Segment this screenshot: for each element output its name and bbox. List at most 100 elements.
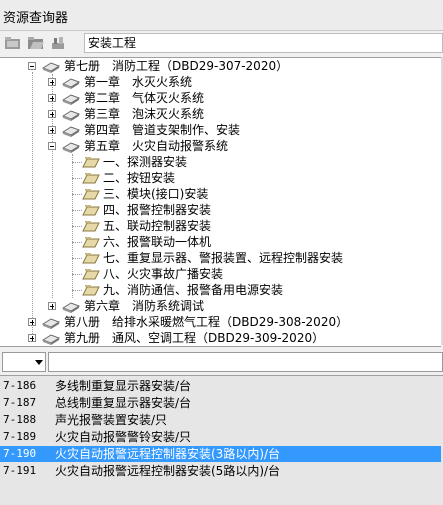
book-icon	[62, 142, 80, 153]
tree-label: 九、消防通信、报警备用电源安装	[103, 283, 284, 297]
tree-node-section[interactable]: 六、报警联动一体机	[0, 234, 441, 250]
collapse-toggle-icon[interactable]	[28, 62, 36, 70]
tree-label: 一、探测器安装	[103, 155, 188, 169]
item-code: 7-186	[3, 379, 37, 392]
tree-label: 七、重复显示器、警报装置、远程控制器安装	[103, 251, 344, 265]
item-code: 7-189	[3, 430, 37, 443]
item-name: 火灾自动报警警铃安装/只	[55, 430, 192, 444]
tree-guide-line	[72, 194, 82, 195]
expand-toggle-icon[interactable]	[28, 318, 36, 326]
tree-node-section[interactable]: 九、消防通信、报警备用电源安装	[0, 282, 441, 298]
folder-icon	[82, 285, 100, 296]
filter-input[interactable]	[48, 352, 443, 372]
folder-open-icon[interactable]	[27, 35, 45, 51]
tree-node-volume9[interactable]: 第九册 通风、空调工程（DBD29-309-2020）	[0, 330, 441, 346]
tree-label: 二、按钮安装	[103, 171, 176, 185]
tree-node-section[interactable]: 四、报警控制器安装	[0, 202, 441, 218]
book-icon	[62, 94, 80, 105]
tree-guide-line	[72, 226, 82, 227]
expand-toggle-icon[interactable]	[48, 302, 56, 310]
folder-icon	[82, 205, 100, 216]
tree-node-section[interactable]: 二、按钮安装	[0, 170, 441, 186]
expand-toggle-icon[interactable]	[48, 94, 56, 102]
tree-node-section[interactable]: 三、模块(接口)安装	[0, 186, 441, 202]
filter-bar	[0, 350, 443, 374]
tree-node-section[interactable]: 七、重复显示器、警报装置、远程控制器安装	[0, 250, 441, 266]
tree-label: 第五章 火灾自动报警系统	[84, 139, 229, 153]
expand-toggle-icon[interactable]	[48, 78, 56, 86]
item-name: 火灾自动报警远程控制器安装(5路以内)/台	[55, 464, 281, 478]
item-name: 总线制重复显示器安装/台	[55, 396, 192, 410]
tree-node-chapter[interactable]: 第六章 消防系统调试	[0, 298, 441, 314]
tree-label: 第四章 管道支架制作、安装	[84, 123, 241, 137]
tree-node-chapter[interactable]: 第四章 管道支架制作、安装	[0, 122, 441, 138]
book-icon	[42, 334, 60, 345]
folder-icon	[82, 237, 100, 248]
tools-icon[interactable]	[50, 35, 68, 51]
collapse-toggle-icon[interactable]	[48, 142, 56, 150]
tree-guide-line	[72, 258, 82, 259]
tree-label: 第七册 消防工程（DBD29-307-2020）	[64, 59, 289, 73]
tree-guide-line	[72, 242, 82, 243]
tree-node-volume7[interactable]: 第七册 消防工程（DBD29-307-2020）	[0, 58, 441, 74]
tree-node-chapter[interactable]: 第二章 气体灭火系统	[0, 90, 441, 106]
resource-search-input[interactable]: 安装工程	[84, 33, 443, 53]
folder-icon	[82, 157, 100, 168]
expand-toggle-icon[interactable]	[28, 334, 36, 342]
folder-icon	[82, 221, 100, 232]
resource-tree[interactable]: 第七册 消防工程（DBD29-307-2020） 第一章 水灭火系统 第二章 气…	[0, 57, 441, 347]
tree-node-section[interactable]: 五、联动控制器安装	[0, 218, 441, 234]
folder-icon	[82, 269, 100, 280]
item-code: 7-188	[3, 413, 37, 426]
expand-toggle-icon[interactable]	[48, 110, 56, 118]
book-icon	[42, 318, 60, 329]
tree-node-section[interactable]: 八、火灾事故广播安装	[0, 266, 441, 282]
book-icon	[62, 110, 80, 121]
book-icon	[62, 302, 80, 313]
book-icon	[42, 62, 60, 73]
tree-label: 第一章 水灭火系统	[84, 75, 193, 89]
filter-type-dropdown[interactable]	[2, 352, 46, 372]
item-name: 火灾自动报警远程控制器安装(3路以内)/台	[55, 447, 281, 461]
book-icon	[62, 126, 80, 137]
tree-label: 第三章 泡沫灭火系统	[84, 107, 205, 121]
item-name: 多线制重复显示器安装/台	[55, 379, 192, 393]
tree-label: 三、模块(接口)安装	[103, 187, 209, 201]
item-code: 7-187	[3, 396, 37, 409]
item-list[interactable]: 7-186 多线制重复显示器安装/台 7-187 总线制重复显示器安装/台 7-…	[0, 375, 443, 505]
tree-guide-line	[72, 274, 82, 275]
folder-gray-icon[interactable]	[4, 35, 22, 51]
tree-label: 六、报警联动一体机	[103, 235, 212, 249]
list-item[interactable]: 7-187 总线制重复显示器安装/台	[0, 395, 441, 411]
list-item[interactable]: 7-188 声光报警装置安装/只	[0, 412, 441, 428]
tree-label: 第二章 气体灭火系统	[84, 91, 205, 105]
tree-guide-line	[72, 210, 82, 211]
tree-guide-line	[72, 178, 82, 179]
tree-node-section[interactable]: 一、探测器安装	[0, 154, 441, 170]
list-item[interactable]: 7-186 多线制重复显示器安装/台	[0, 378, 441, 394]
list-item[interactable]: 7-189 火灾自动报警警铃安装/只	[0, 429, 441, 445]
list-item[interactable]: 7-191 火灾自动报警远程控制器安装(5路以内)/台	[0, 463, 441, 479]
tree-guide-line	[72, 290, 82, 291]
tree-node-chapter[interactable]: 第五章 火灾自动报警系统	[0, 138, 441, 154]
tree-label: 第九册 通风、空调工程（DBD29-309-2020）	[64, 331, 325, 345]
tree-label: 第六章 消防系统调试	[84, 299, 205, 313]
tree-node-chapter[interactable]: 第一章 水灭火系统	[0, 74, 441, 90]
window-title: 资源查询器	[3, 11, 69, 26]
item-code: 7-191	[3, 464, 37, 477]
tree-node-chapter[interactable]: 第三章 泡沫灭火系统	[0, 106, 441, 122]
tree-node-volume8[interactable]: 第八册 给排水采暖燃气工程（DBD29-308-2020）	[0, 314, 441, 330]
folder-icon	[82, 253, 100, 264]
item-code: 7-190	[3, 447, 37, 460]
expand-toggle-icon[interactable]	[48, 126, 56, 134]
tree-label: 五、联动控制器安装	[103, 219, 212, 233]
tree-label: 四、报警控制器安装	[103, 203, 212, 217]
folder-icon	[82, 189, 100, 200]
item-name: 声光报警装置安装/只	[55, 413, 168, 427]
chevron-down-icon	[35, 360, 43, 365]
list-item-selected[interactable]: 7-190 火灾自动报警远程控制器安装(3路以内)/台	[0, 446, 441, 462]
book-icon	[62, 78, 80, 89]
title-bar: 资源查询器	[0, 0, 443, 31]
tree-label: 第八册 给排水采暖燃气工程（DBD29-308-2020）	[64, 315, 349, 329]
tree-label: 八、火灾事故广播安装	[103, 267, 224, 281]
